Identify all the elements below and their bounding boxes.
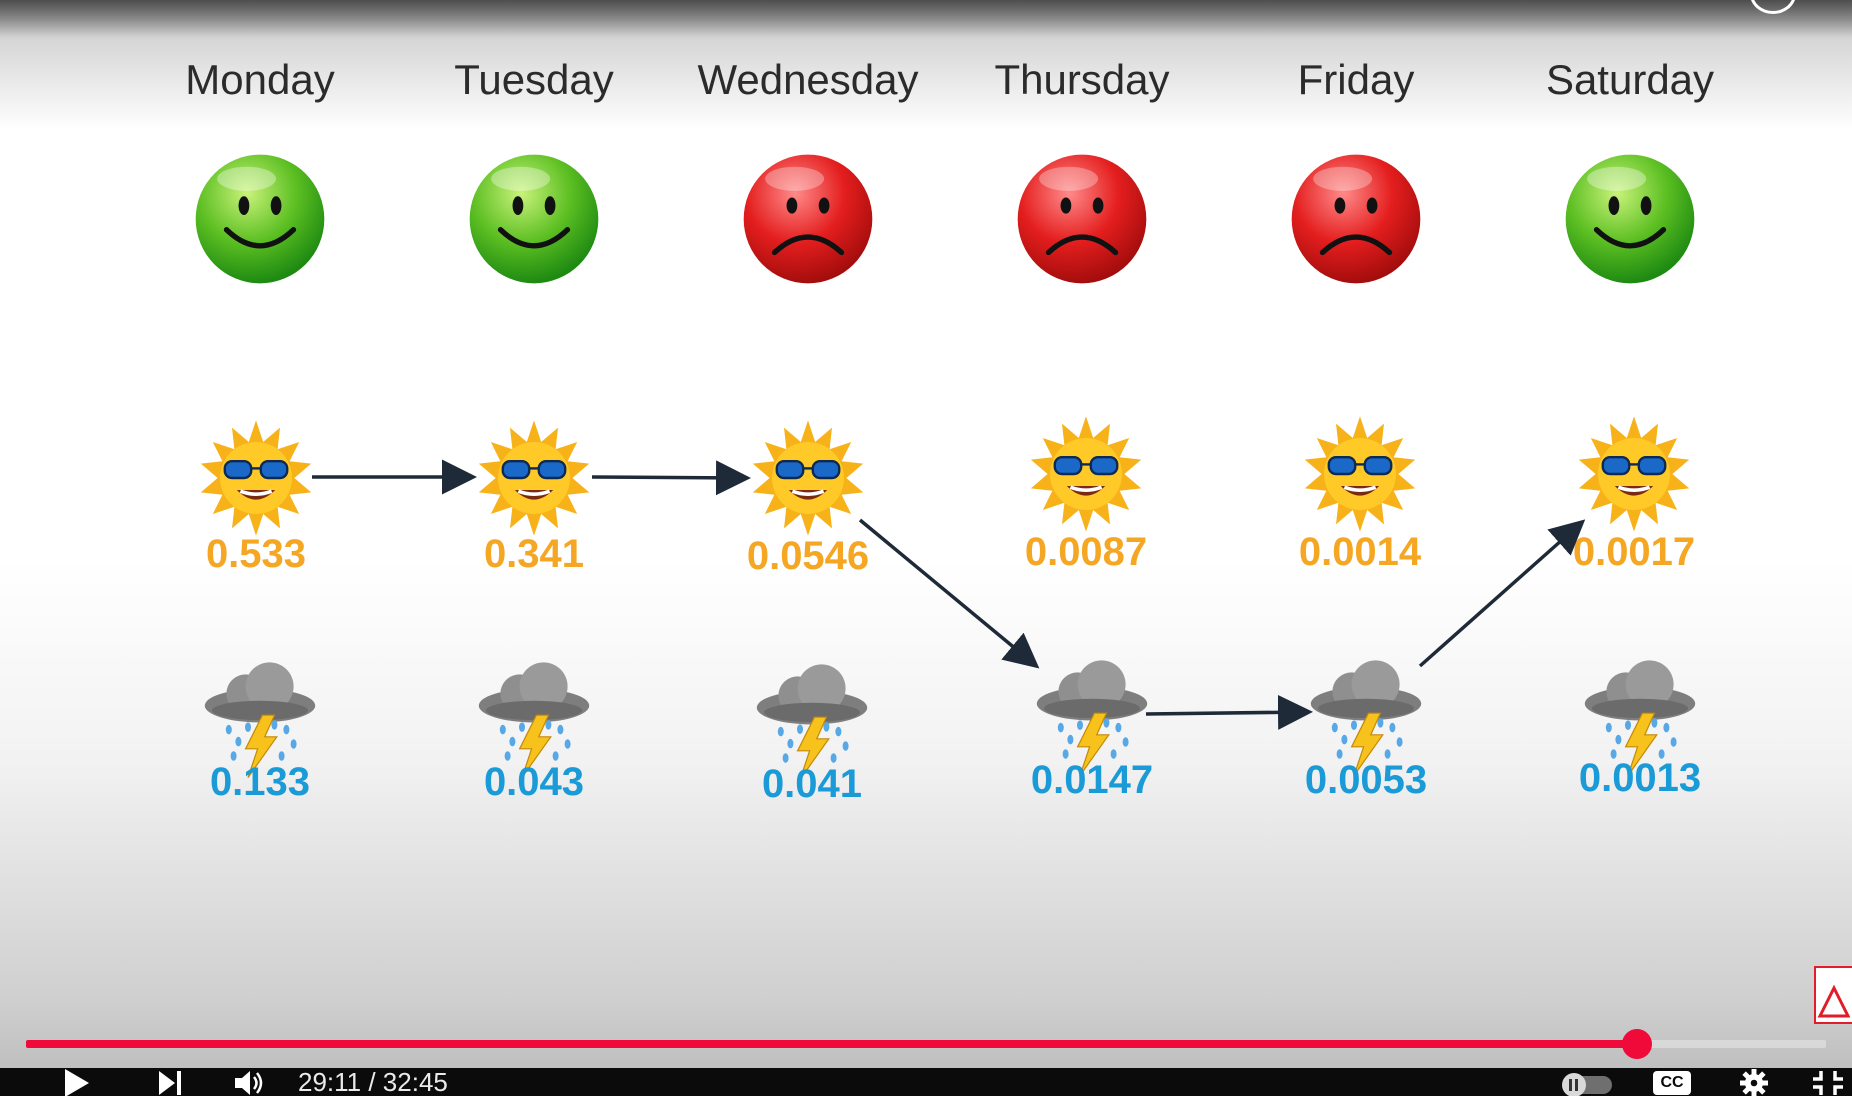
happy-face-icon [1565,154,1695,284]
channel-watermark[interactable] [1814,966,1852,1024]
day-label-wednesday: Wednesday [697,56,919,103]
rainy-probability-thursday: 0.0147 [1030,758,1154,802]
rainy-probability-wednesday: 0.041 [761,762,863,806]
top-fade [0,0,1852,36]
rainy-probability-friday: 0.0053 [1304,758,1428,802]
day-label-thursday: Thursday [994,56,1170,103]
sun-icon [200,420,312,536]
day-label-saturday: Saturday [1545,56,1715,103]
sun-icon [1030,416,1142,532]
sad-face-icon [1291,154,1421,284]
sad-face-icon [743,154,873,284]
happy-face-icon [469,154,599,284]
sunny-probability-monday: 0.533 [205,532,307,576]
volume-icon[interactable] [230,1070,270,1096]
rainy-probability-monday: 0.133 [209,760,311,804]
exit-fullscreen-icon[interactable] [1808,1070,1848,1096]
seek-bar[interactable] [26,1029,1826,1059]
next-icon[interactable] [150,1070,190,1096]
rainy-probability-saturday: 0.0013 [1578,756,1702,800]
sunny-probability-thursday: 0.0087 [1024,530,1148,574]
sunny-probability-saturday: 0.0017 [1572,530,1696,574]
seek-bar-played [26,1040,1637,1048]
day-label-friday: Friday [1297,56,1415,103]
sunny-probability-tuesday: 0.341 [483,532,585,576]
day-label-monday: Monday [185,56,335,103]
video-player[interactable]: Monday Tuesday Wednesday Thursday Friday… [0,0,1852,1096]
sunny-probability-wednesday: 0.0546 [746,534,870,578]
happy-face-icon [195,154,325,284]
arrow-thursday-friday [1145,694,1313,730]
autoplay-toggle-icon[interactable] [1556,1070,1620,1096]
sunny-probability-friday: 0.0014 [1298,530,1422,574]
arrow-tuesday-wednesday [591,460,751,496]
player-controls: 29:11 / 32:45 CC [0,1068,1852,1096]
time-display: 29:11 / 32:45 [298,1067,448,1096]
captions-icon[interactable]: CC [1650,1070,1694,1096]
sun-icon [752,420,864,536]
rainy-probability-tuesday: 0.043 [483,760,585,804]
gear-icon[interactable] [1734,1069,1774,1096]
seek-handle[interactable] [1622,1029,1652,1059]
sun-icon [1578,416,1690,532]
sun-icon [478,420,590,536]
captions-label: CC [1653,1071,1691,1095]
video-frame[interactable]: Monday Tuesday Wednesday Thursday Friday… [0,0,1852,1096]
day-label-tuesday: Tuesday [454,56,614,103]
sad-face-icon [1017,154,1147,284]
play-icon[interactable] [56,1069,96,1096]
sun-icon [1304,416,1416,532]
